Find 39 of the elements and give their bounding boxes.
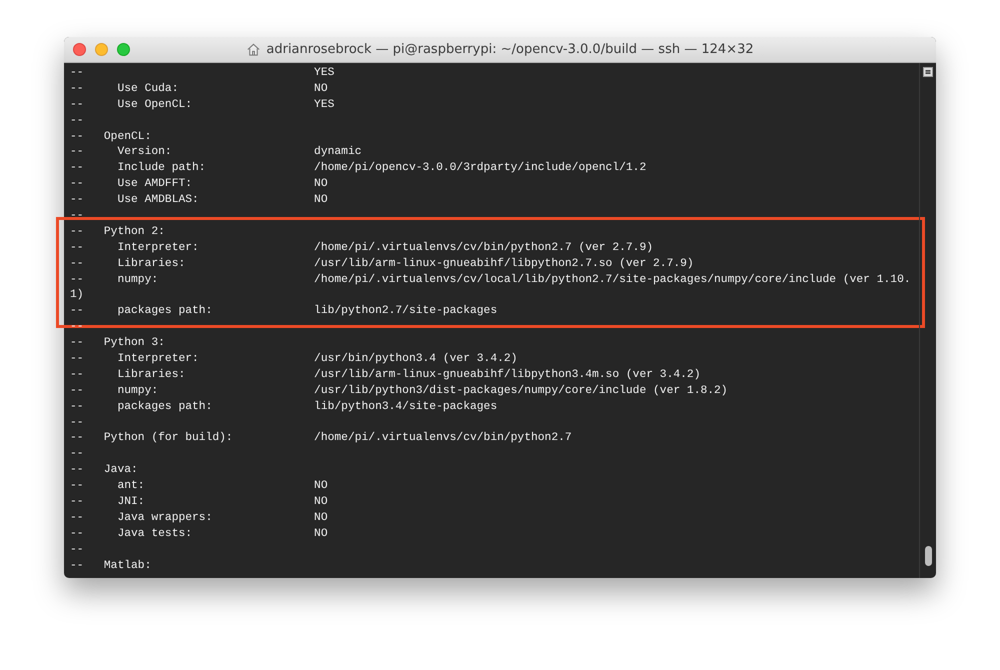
terminal-line: -- Use OpenCL: YES bbox=[70, 98, 336, 113]
terminal-line: -- Use Cuda: NO bbox=[70, 82, 329, 97]
terminal-line: -- bbox=[70, 542, 85, 558]
terminal-line: -- Use AMDBLAS: NO bbox=[70, 193, 329, 208]
terminal-line: -- bbox=[70, 320, 85, 336]
minimize-button[interactable] bbox=[95, 43, 108, 56]
terminal-line: -- Interpreter: /usr/bin/python3.4 (ver 3.4.2) bbox=[70, 352, 518, 368]
terminal-line: -- numpy: /usr/lib/python3/dist-packages/numpy/core/include (ver 1.8.2) bbox=[70, 384, 729, 399]
zoom-button[interactable] bbox=[117, 43, 130, 56]
terminal-line: -- numpy: /home/pi/.virtualenvs/cv/local/lib/python2.7/site-packages/numpy/core/include (ver 1.10. bbox=[70, 272, 912, 288]
terminal-line: -- Java tests: NO bbox=[70, 526, 329, 542]
menu-icon[interactable] bbox=[923, 67, 933, 77]
terminal-line: 1) bbox=[70, 288, 85, 304]
terminal-line: -- packages path: lib/python2.7/site-packages bbox=[70, 304, 498, 320]
terminal-line: -- OpenCL: bbox=[70, 130, 152, 145]
terminal-line: -- bbox=[70, 114, 85, 129]
terminal-line: -- Libraries: /usr/lib/arm-linux-gnueabihf/libpython3.4m.so (ver 3.4.2) bbox=[70, 368, 702, 383]
home-icon bbox=[246, 42, 262, 57]
terminal-line: -- Matlab: bbox=[70, 558, 152, 574]
terminal-line: -- Libraries: /usr/lib/arm-linux-gnueabihf/libpython2.7.so (ver 2.7.9) bbox=[70, 256, 695, 272]
terminal-line: -- packages path: lib/python3.4/site-packages bbox=[70, 400, 498, 415]
terminal-line: -- Python 2: bbox=[70, 224, 166, 240]
terminal-line: -- JNI: NO bbox=[70, 495, 329, 510]
terminal-line: -- Use AMDFFT: NO bbox=[70, 177, 329, 192]
terminal-line: -- Python 3: bbox=[70, 336, 166, 352]
terminal-line: -- bbox=[70, 416, 85, 431]
terminal-line: -- YES bbox=[70, 66, 336, 81]
terminal-line: -- ant: NO bbox=[70, 479, 329, 494]
scrollbar-thumb[interactable] bbox=[925, 546, 932, 566]
terminal-line: -- bbox=[70, 209, 85, 224]
terminal-line: -- Interpreter: /home/pi/.virtualenvs/cv/bin/python2.7 (ver 2.7.9) bbox=[70, 240, 654, 256]
terminal-line: -- Java wrappers: NO bbox=[70, 510, 329, 526]
terminal-line: -- Python (for build): /home/pi/.virtualenvs/cv/bin/python2.7 bbox=[70, 431, 573, 446]
window-title: adrianrosebrock — pi@raspberrypi: ~/opencv-3.0.0/build — ssh — 124×32 bbox=[266, 42, 754, 57]
terminal-line: -- bbox=[70, 447, 85, 462]
close-button[interactable] bbox=[73, 43, 86, 56]
terminal-line: -- Java: bbox=[70, 463, 139, 478]
terminal-line: -- Include path: /home/pi/opencv-3.0.0/3rdparty/include/opencl/1.2 bbox=[70, 161, 648, 176]
terminal-line: -- Version: dynamic bbox=[70, 145, 363, 160]
